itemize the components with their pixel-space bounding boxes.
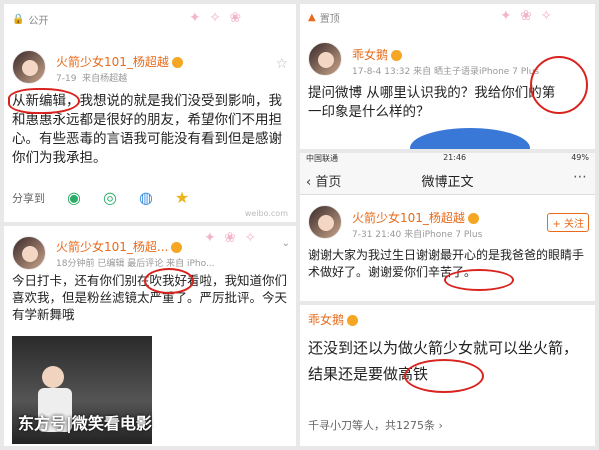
clock-label: 21:46 xyxy=(443,153,467,162)
post-meta: 17-8-4 13:32 来自 晒主子语录iPhone 7 Plus xyxy=(352,67,540,77)
poster-name[interactable]: 火箭少女101_杨超越 xyxy=(56,53,183,70)
post-panel-4: 中国联通 21:46 49% ‹ 首页 微博正文 ⋯ 火箭少女101_杨超越 7… xyxy=(300,153,595,301)
vip-badge-icon xyxy=(171,57,183,68)
status-bar: 中国联通 21:46 49% xyxy=(300,153,595,165)
visibility-row: 🔒 公开 xyxy=(12,12,48,27)
dancer-figure xyxy=(42,366,64,388)
sparkle-decoration-icon: ✦ ❀ ✧ xyxy=(500,8,555,24)
vip-badge-icon xyxy=(347,315,359,326)
nav-title: 微博正文 xyxy=(421,175,474,190)
post-panel-1: 🔒 公开 ✦ ✧ ❀ 火箭少女101_杨超越 7-19 来自杨超越 ☆ 从新编辑… xyxy=(4,4,296,222)
poster-name[interactable]: 火箭少女101_杨超... xyxy=(56,238,183,255)
qzone-icon[interactable]: ★ xyxy=(175,188,189,207)
watermark-text: 东方号|微笑看电影 xyxy=(18,414,152,433)
annotation-circle xyxy=(8,88,80,114)
likes-row[interactable]: 千寻小刀等人，共1275条 › xyxy=(308,417,443,433)
sparkle-decoration-icon: ✦ ✧ ❀ xyxy=(189,10,244,26)
visibility-label: 公开 xyxy=(28,16,49,27)
annotation-circle xyxy=(530,56,588,114)
pinned-label: 置顶 xyxy=(319,14,340,25)
watermark: weibo.com xyxy=(244,209,288,218)
doraemon-image xyxy=(410,128,530,149)
carrier-label: 中国联通 xyxy=(306,154,338,163)
vip-badge-icon xyxy=(171,242,183,253)
poster-name[interactable]: 乖女鹅 xyxy=(352,46,403,63)
lock-icon: 🔒 xyxy=(12,14,25,25)
annotation-circle xyxy=(144,268,194,294)
nav-bar: ‹ 首页 微博正文 ⋯ xyxy=(300,165,595,195)
annotation-circle xyxy=(444,269,514,291)
pinned-row: ▲ 置顶 xyxy=(308,10,340,25)
annotation-circle xyxy=(404,359,484,393)
sparkle-decoration-icon: ✦ ❀ ✧ xyxy=(204,230,259,246)
pin-icon: ▲ xyxy=(308,12,316,23)
poster-name[interactable]: 乖女鹅 xyxy=(308,311,359,328)
share-row: 分享到 ◉ ◎ ◍ ★ xyxy=(12,188,189,207)
post-panel-2: ▲ 置顶 ✦ ❀ ✧ 乖女鹅 17-8-4 13:32 来自 晒主子语录iPho… xyxy=(300,4,595,149)
moments-icon[interactable]: ◎ xyxy=(103,188,117,207)
post-meta: 7-19 来自杨超越 xyxy=(56,74,128,84)
post-panel-5: 乖女鹅 还没到还以为做火箭少女就可以坐火箭，结果还是要做高铁 千寻小刀等人，共1… xyxy=(300,305,595,446)
poster-name[interactable]: 火箭少女101_杨超越 xyxy=(352,209,479,226)
wechat-icon[interactable]: ◉ xyxy=(67,188,81,207)
qq-icon[interactable]: ◍ xyxy=(139,188,153,207)
vip-badge-icon xyxy=(391,50,403,61)
post-panel-3: 火箭少女101_杨超... 18分钟前 已编辑 最后评论 来自 iPho... … xyxy=(4,226,296,446)
post-meta: 7-31 21:40 来自iPhone 7 Plus xyxy=(352,230,483,240)
avatar[interactable] xyxy=(12,50,46,84)
vip-badge-icon xyxy=(467,213,479,224)
avatar[interactable] xyxy=(12,236,46,270)
battery-label: 49% xyxy=(571,153,589,162)
avatar[interactable] xyxy=(308,205,342,239)
follow-button[interactable]: + 关注 xyxy=(547,213,589,232)
more-icon[interactable]: ⋯ xyxy=(573,169,587,185)
favorite-star-icon[interactable]: ☆ xyxy=(275,56,288,72)
avatar[interactable] xyxy=(308,42,342,76)
chevron-down-icon[interactable]: ⌄ xyxy=(282,238,290,249)
post-content: 提问微博 从哪里认识我的？我给你们的第一印象是什么样的？ xyxy=(308,85,556,120)
share-label: 分享到 xyxy=(12,191,45,205)
post-meta: 18分钟前 已编辑 最后评论 来自 iPho... xyxy=(56,259,215,269)
